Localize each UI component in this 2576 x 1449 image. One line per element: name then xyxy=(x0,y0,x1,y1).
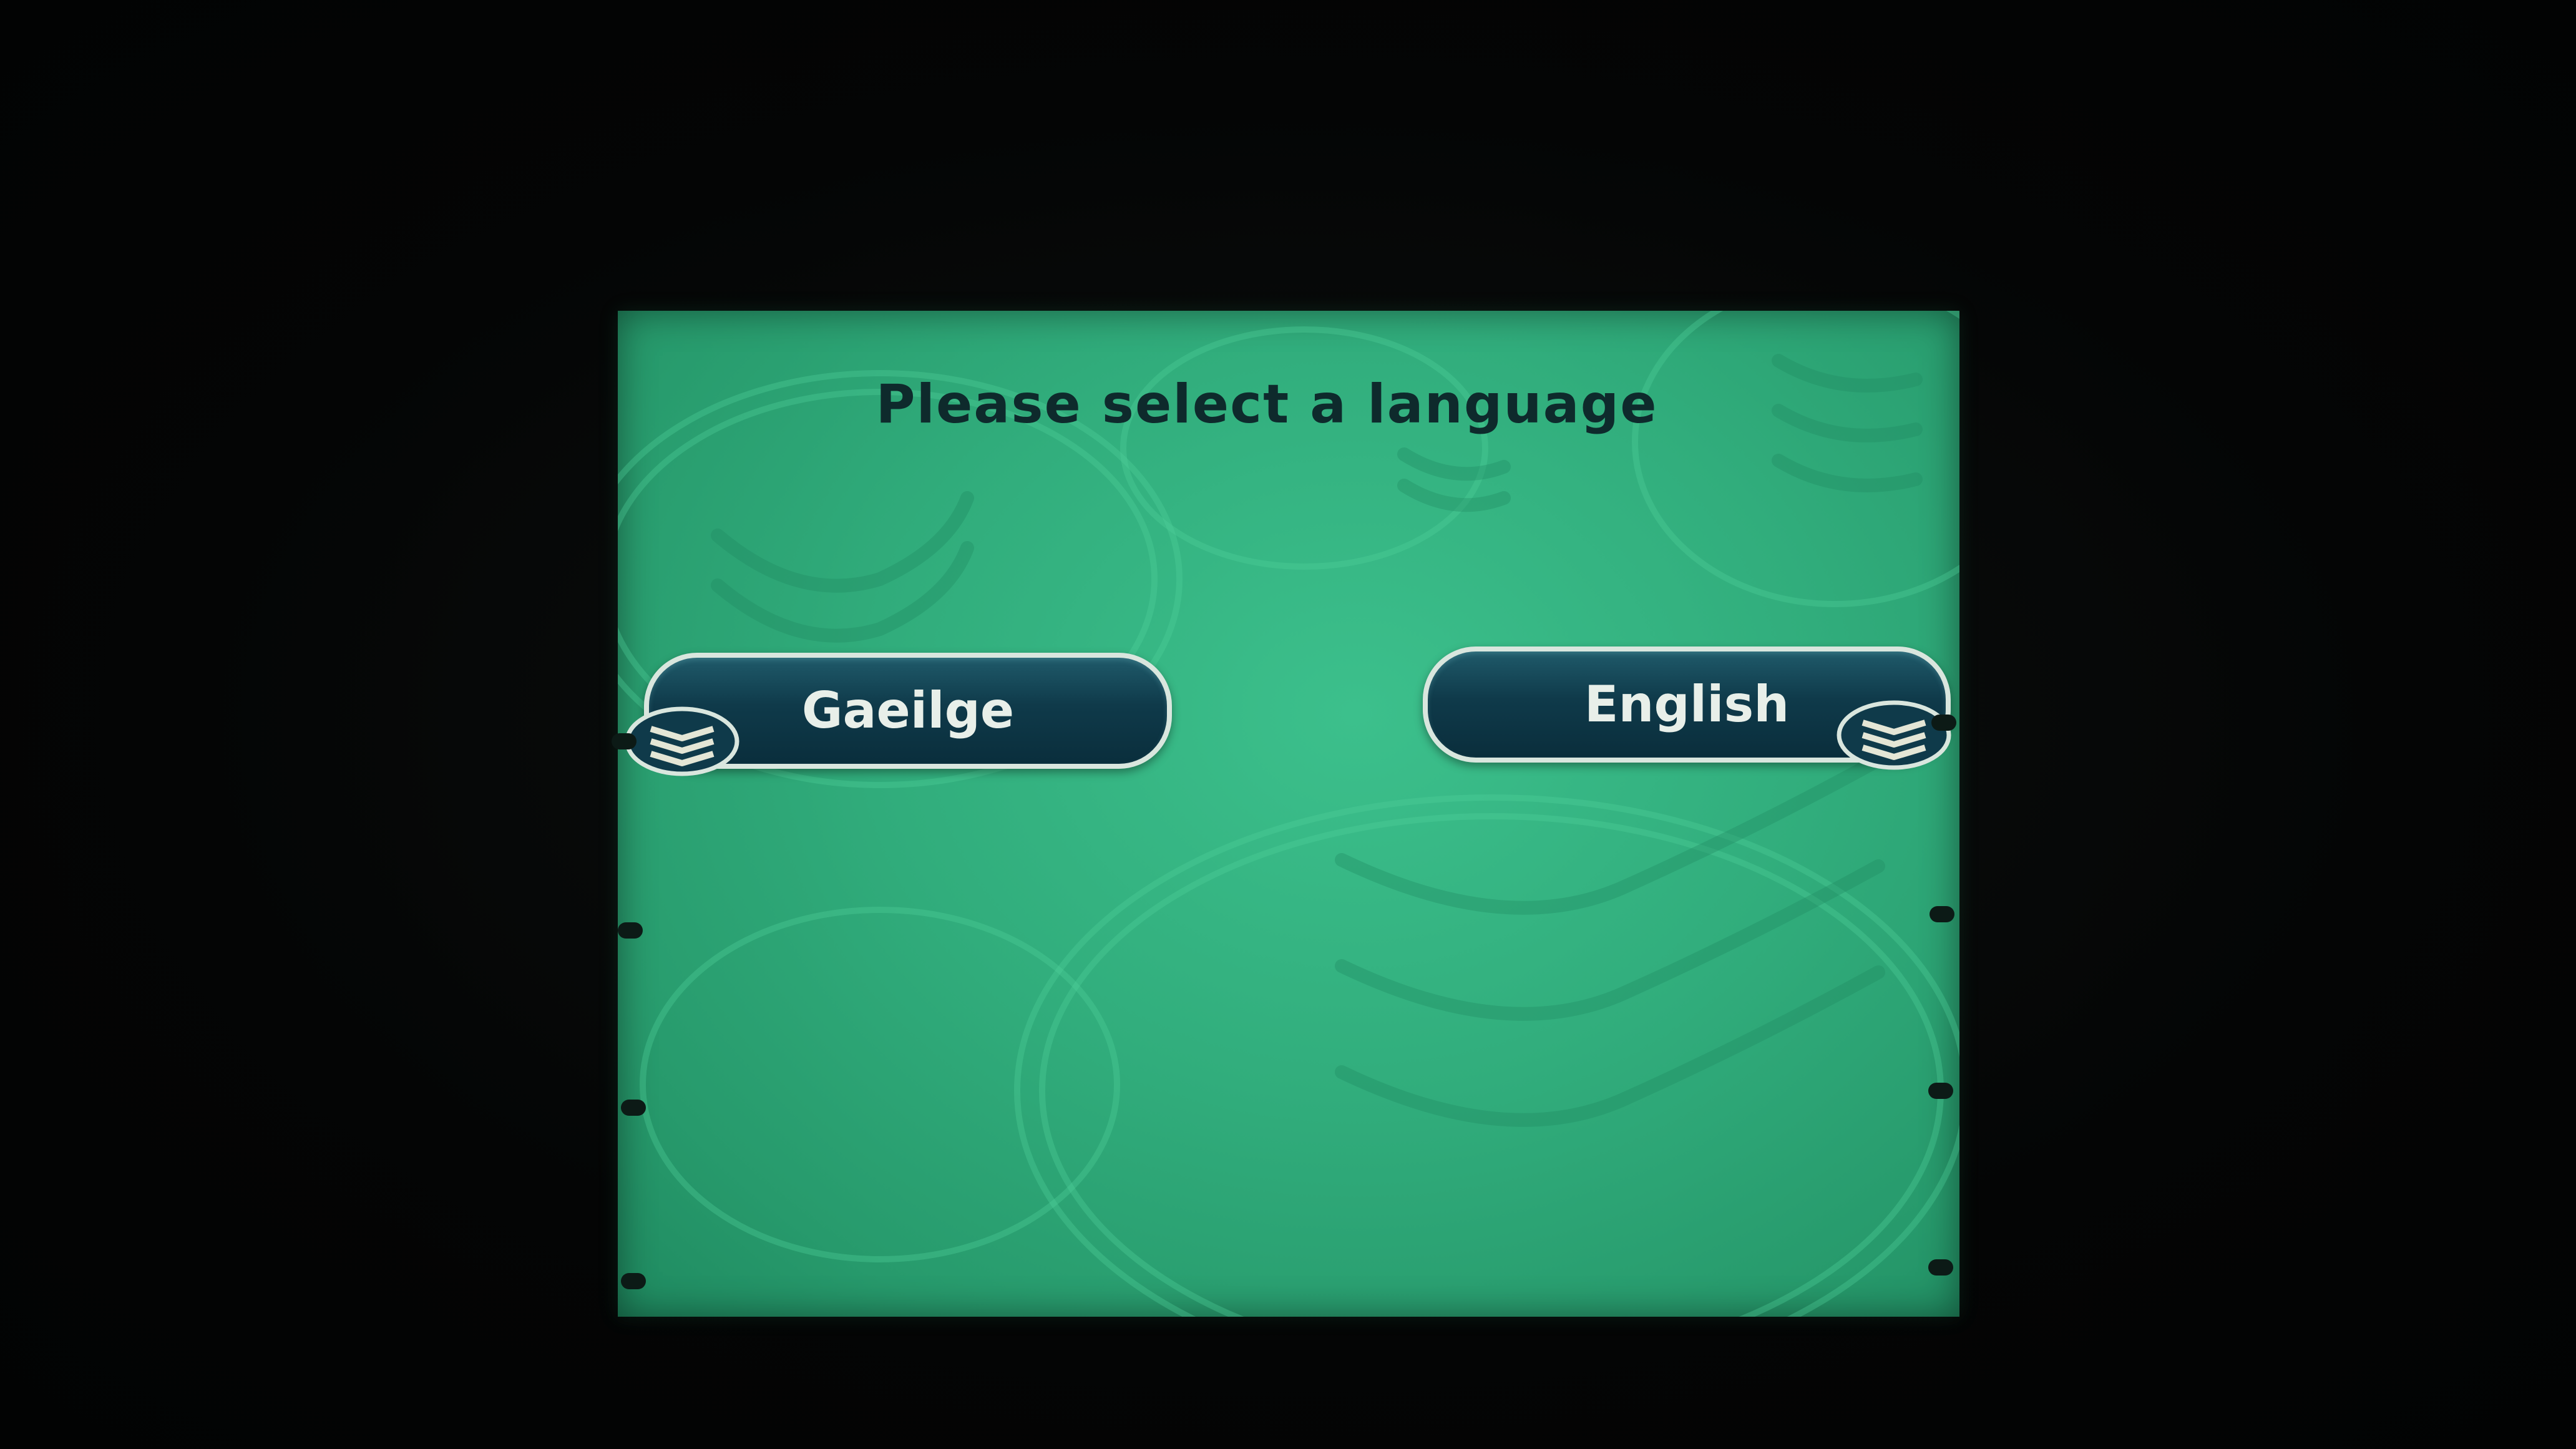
page-title: Please select a language xyxy=(876,373,1658,436)
function-key-right-1[interactable] xyxy=(1931,715,1956,731)
atm-screen: Please select a language Gaeilge English xyxy=(618,311,1959,1317)
function-key-left-3[interactable] xyxy=(621,1100,646,1116)
function-key-left-1[interactable] xyxy=(612,733,637,749)
background-watermark xyxy=(618,311,1959,1317)
bank-emblem-icon xyxy=(1837,700,1951,770)
function-key-left-4[interactable] xyxy=(621,1273,646,1289)
bank-emblem-icon xyxy=(625,706,739,776)
function-key-left-2[interactable] xyxy=(618,922,643,939)
function-key-right-3[interactable] xyxy=(1928,1083,1953,1099)
function-key-right-2[interactable] xyxy=(1930,906,1954,922)
function-key-right-4[interactable] xyxy=(1928,1259,1953,1276)
